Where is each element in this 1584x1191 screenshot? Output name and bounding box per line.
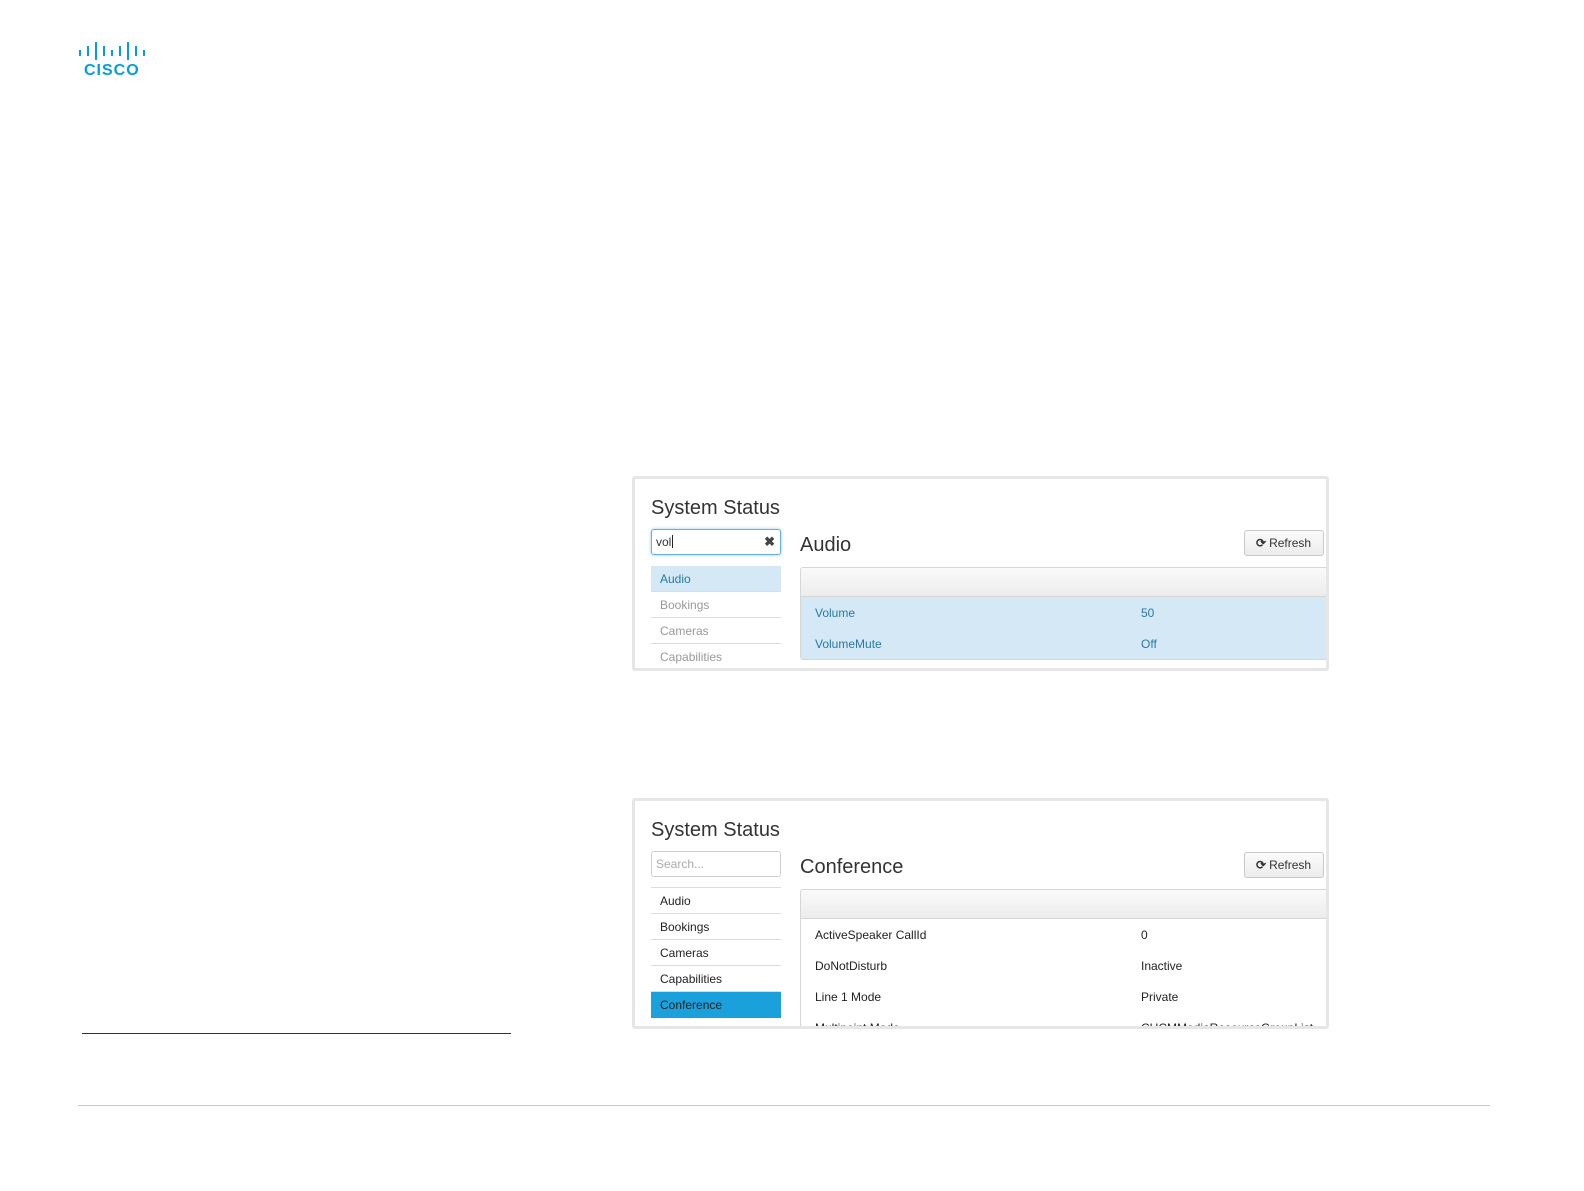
row-value: Inactive <box>1141 959 1183 973</box>
row-key: Line 1 Mode <box>815 990 882 1004</box>
row-key: VolumeMute <box>815 637 882 651</box>
nav-item-cameras[interactable]: Cameras <box>651 618 781 644</box>
table-header <box>801 890 1326 919</box>
cisco-logo: CISCO <box>78 42 150 82</box>
search-value: vol <box>656 535 672 549</box>
system-status-audio-screenshot: System Status vol ✖ Audio Bookings Camer… <box>632 476 1329 671</box>
table-row[interactable]: VolumeMute Off <box>801 628 1326 659</box>
row-key: ActiveSpeaker CallId <box>815 928 927 942</box>
nav-item-conference[interactable]: Conference <box>651 992 781 1018</box>
status-nav: Audio Bookings Cameras Capabilities <box>651 566 781 668</box>
table-row[interactable]: Line 1 Mode Private <box>801 981 1326 1012</box>
row-value: Private <box>1141 990 1179 1004</box>
table-header <box>801 568 1326 597</box>
search-input[interactable]: Search... <box>651 851 781 877</box>
table-row[interactable]: Volume 50 <box>801 597 1326 628</box>
system-status-conference-screenshot: System Status Search... Audio Bookings C… <box>632 798 1329 1029</box>
status-table: ActiveSpeaker CallId 0 DoNotDisturb Inac… <box>800 889 1326 1029</box>
refresh-button[interactable]: ⟳ Refresh <box>1244 852 1324 878</box>
status-table: Volume 50 VolumeMute Off <box>800 567 1326 660</box>
row-key: Volume <box>815 606 856 620</box>
nav-item-bookings[interactable]: Bookings <box>651 914 781 940</box>
refresh-icon: ⟳ <box>1256 858 1267 872</box>
nav-item-audio[interactable]: Audio <box>651 888 781 914</box>
page-title: System Status <box>651 497 780 519</box>
nav-item-audio[interactable]: Audio <box>651 566 781 592</box>
row-value: CUCMMediaResourceGroupList <box>1141 1021 1314 1029</box>
cisco-bars-icon <box>79 42 145 60</box>
nav-item-cameras[interactable]: Cameras <box>651 940 781 966</box>
footer-divider <box>78 1105 1490 1106</box>
nav-item-capabilities[interactable]: Capabilities <box>651 644 781 668</box>
table-row[interactable]: DoNotDisturb Inactive <box>801 950 1326 981</box>
row-value: Off <box>1141 637 1157 651</box>
row-value: 50 <box>1141 606 1155 620</box>
row-value: 0 <box>1141 928 1148 942</box>
refresh-label: Refresh <box>1269 858 1312 872</box>
nav-item-capabilities[interactable]: Capabilities <box>651 966 781 992</box>
nav-item-bookings[interactable]: Bookings <box>651 592 781 618</box>
search-input[interactable]: vol ✖ <box>651 529 781 555</box>
row-key: Multipoint Mode <box>815 1021 900 1029</box>
table-row[interactable]: Multipoint Mode CUCMMediaResourceGroupLi… <box>801 1012 1326 1029</box>
clear-search-icon[interactable]: ✖ <box>764 534 775 550</box>
refresh-button[interactable]: ⟳ Refresh <box>1244 530 1324 556</box>
footnote-divider <box>82 1033 511 1034</box>
text-caret <box>672 535 674 548</box>
section-title: Conference <box>800 856 904 878</box>
row-key: DoNotDisturb <box>815 959 888 973</box>
page-title: System Status <box>651 819 780 841</box>
section-title: Audio <box>800 534 852 556</box>
table-row[interactable]: ActiveSpeaker CallId 0 <box>801 919 1326 950</box>
status-nav: Audio Bookings Cameras Capabilities Conf… <box>651 887 781 1018</box>
refresh-icon: ⟳ <box>1256 536 1267 550</box>
cisco-wordmark: CISCO <box>84 62 140 79</box>
refresh-label: Refresh <box>1269 536 1312 550</box>
search-placeholder: Search... <box>656 857 705 871</box>
